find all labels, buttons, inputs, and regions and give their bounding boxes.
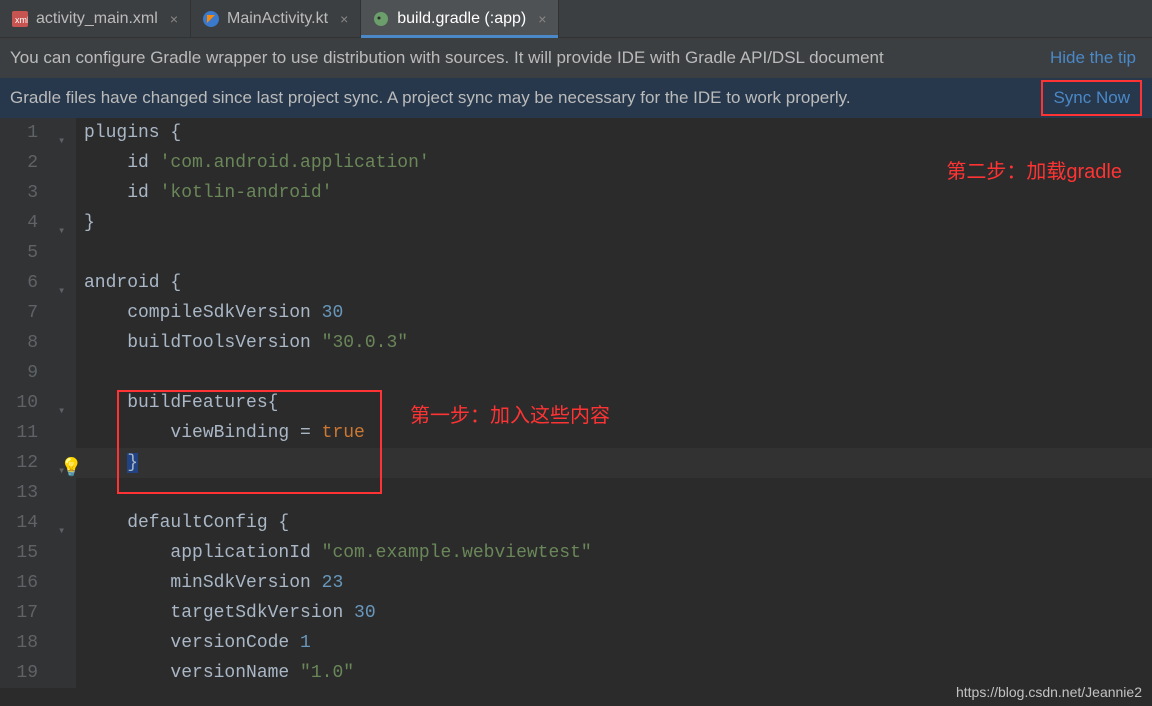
code-line[interactable]: versionCode 1 <box>84 628 1152 658</box>
line-number: 12 <box>0 448 38 478</box>
fold-toggle-icon[interactable]: ▾ <box>58 396 65 426</box>
fold-toggle-icon[interactable]: ▾ <box>58 216 65 246</box>
fold-toggle-icon[interactable]: ▾ <box>58 276 65 306</box>
line-number: 17 <box>0 598 38 628</box>
tab-build-gradle[interactable]: build.gradle (:app) × <box>361 0 559 37</box>
code-line[interactable]: } <box>84 208 1152 238</box>
code-line[interactable]: buildToolsVersion "30.0.3" <box>84 328 1152 358</box>
code-line[interactable] <box>84 358 1152 388</box>
code-line[interactable]: android { <box>84 268 1152 298</box>
code-line[interactable] <box>84 238 1152 268</box>
close-icon[interactable]: × <box>538 11 546 27</box>
code-line[interactable]: compileSdkVersion 30 <box>84 298 1152 328</box>
line-number: 7 <box>0 298 38 328</box>
code-line[interactable]: plugins { <box>84 118 1152 148</box>
line-number: 6 <box>0 268 38 298</box>
fold-toggle-icon[interactable]: ▾ <box>58 126 65 156</box>
watermark-text: https://blog.csdn.net/Jeannie2 <box>956 684 1142 700</box>
fold-column: ▾▾▾▾▾▾ <box>56 118 76 688</box>
line-number: 16 <box>0 568 38 598</box>
close-icon[interactable]: × <box>170 11 178 27</box>
line-number-gutter: 12345678910111213141516171819 <box>0 118 56 688</box>
code-area[interactable]: plugins { id 'com.android.application' i… <box>76 118 1152 688</box>
line-number: 13 <box>0 478 38 508</box>
fold-toggle-icon[interactable]: ▾ <box>58 516 65 546</box>
annotation-text-step1: 第一步：加入这些内容 <box>410 399 610 428</box>
line-number: 8 <box>0 328 38 358</box>
svg-text:xml: xml <box>15 15 28 25</box>
annotation-text-step2: 第二步：加载gradle <box>946 155 1122 184</box>
tab-activity-main[interactable]: xml activity_main.xml × <box>0 0 191 37</box>
code-line[interactable]: defaultConfig { <box>84 508 1152 538</box>
code-line[interactable]: } <box>84 448 1152 478</box>
intention-bulb-icon[interactable]: 💡 <box>60 457 82 478</box>
code-line[interactable]: buildFeatures{ <box>84 388 1152 418</box>
line-number: 11 <box>0 418 38 448</box>
tab-label: activity_main.xml <box>36 10 158 28</box>
line-number: 4 <box>0 208 38 238</box>
line-number: 9 <box>0 358 38 388</box>
sync-text: Gradle files have changed since last pro… <box>10 88 851 108</box>
line-number: 10 <box>0 388 38 418</box>
kotlin-file-icon <box>203 11 219 27</box>
line-number: 5 <box>0 238 38 268</box>
editor-tabs: xml activity_main.xml × MainActivity.kt … <box>0 0 1152 38</box>
hide-tip-link[interactable]: Hide the tip <box>1044 48 1142 68</box>
code-line[interactable]: minSdkVersion 23 <box>84 568 1152 598</box>
line-number: 15 <box>0 538 38 568</box>
code-line[interactable]: targetSdkVersion 30 <box>84 598 1152 628</box>
sync-now-link[interactable]: Sync Now <box>1041 80 1142 116</box>
tab-label: build.gradle (:app) <box>397 10 526 28</box>
line-number: 19 <box>0 658 38 688</box>
line-number: 1 <box>0 118 38 148</box>
tab-label: MainActivity.kt <box>227 10 328 28</box>
tip-text: You can configure Gradle wrapper to use … <box>10 48 884 68</box>
xml-file-icon: xml <box>12 11 28 27</box>
code-line[interactable] <box>84 478 1152 508</box>
line-number: 3 <box>0 178 38 208</box>
code-line[interactable]: viewBinding = true <box>84 418 1152 448</box>
line-number: 2 <box>0 148 38 178</box>
gradle-sync-bar: Gradle files have changed since last pro… <box>0 78 1152 118</box>
gradle-wrapper-tip-bar: You can configure Gradle wrapper to use … <box>0 38 1152 78</box>
gradle-elephant-icon <box>373 11 389 27</box>
line-number: 18 <box>0 628 38 658</box>
line-number: 14 <box>0 508 38 538</box>
code-line[interactable]: applicationId "com.example.webviewtest" <box>84 538 1152 568</box>
close-icon[interactable]: × <box>340 11 348 27</box>
tab-main-activity[interactable]: MainActivity.kt × <box>191 0 361 37</box>
